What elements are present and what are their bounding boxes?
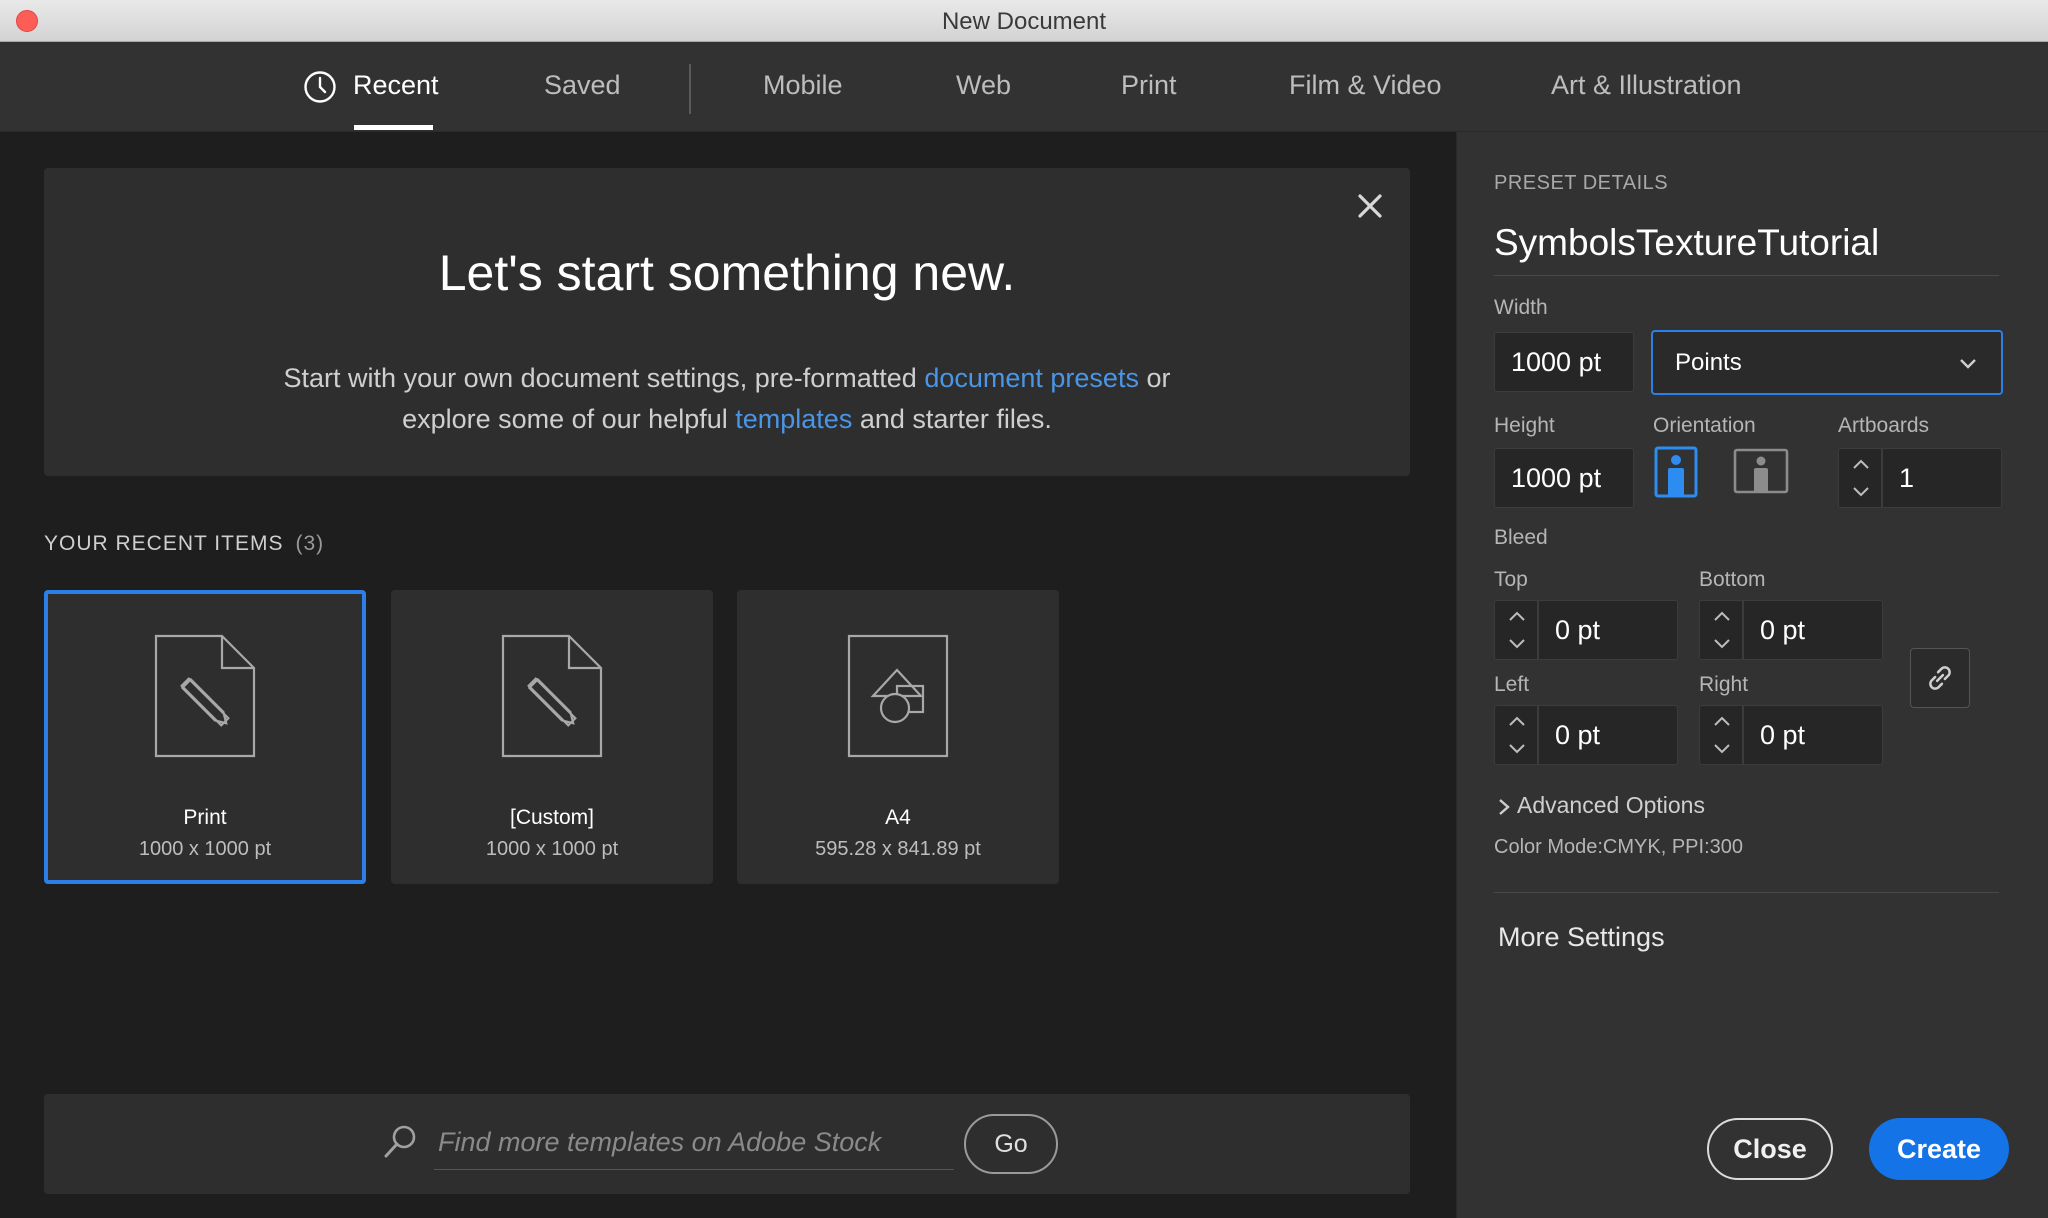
- welcome-text: Start with your own document settings, p…: [44, 358, 1410, 440]
- preset-details-panel: PRESET DETAILS SymbolsTextureTutorial Wi…: [1456, 132, 2048, 1218]
- recent-item-print[interactable]: Print 1000 x 1000 pt: [44, 590, 366, 884]
- welcome-title: Let's start something new.: [438, 245, 1016, 301]
- tab-film-video[interactable]: Film & Video: [1289, 70, 1442, 101]
- recent-items-heading: YOUR RECENT ITEMS (3): [44, 532, 324, 556]
- recent-items-count: (3): [295, 532, 325, 555]
- print-document-icon: [154, 634, 256, 758]
- recent-item-name: A4: [885, 806, 911, 829]
- bleed-right-field[interactable]: 0 pt: [1743, 705, 1883, 765]
- units-value: Points: [1675, 348, 1742, 376]
- window-title: New Document: [941, 8, 1107, 35]
- bleed-top-label: Top: [1494, 568, 1528, 591]
- search-icon: [384, 1125, 416, 1158]
- bleed-bottom-stepper[interactable]: [1699, 600, 1743, 660]
- recent-item-size: 1000 x 1000 pt: [485, 838, 619, 860]
- link-icon: [1929, 666, 1951, 690]
- templates-link[interactable]: templates: [735, 404, 852, 434]
- tab-web[interactable]: Web: [956, 70, 1011, 101]
- advanced-options-label: Advanced Options: [1517, 792, 1705, 818]
- welcome-text-part: or: [1138, 363, 1171, 393]
- recent-item-size: 1000 x 1000 pt: [138, 838, 272, 860]
- welcome-text-part: Start with your own document settings, p…: [283, 363, 925, 393]
- bleed-bottom-label: Bottom: [1699, 568, 1766, 591]
- width-field[interactable]: 1000 pt: [1494, 332, 1634, 392]
- recent-panel: Let's start something new. Start with yo…: [0, 132, 1456, 1218]
- chevron-up-icon: [1853, 459, 1869, 469]
- go-button[interactable]: Go: [964, 1114, 1058, 1174]
- artboards-label: Artboards: [1838, 414, 1930, 437]
- recent-item-a4[interactable]: A4 595.28 x 841.89 pt: [737, 590, 1059, 884]
- bleed-right-stepper[interactable]: [1699, 705, 1743, 765]
- chevron-right-icon: [1499, 799, 1510, 815]
- close-icon[interactable]: [1352, 188, 1388, 224]
- chevron-down-icon: [1714, 744, 1730, 754]
- recent-item-name: [Custom]: [509, 806, 595, 829]
- chevron-down-icon: [1509, 744, 1525, 754]
- bleed-bottom-field[interactable]: 0 pt: [1743, 600, 1883, 660]
- tab-art-illustration[interactable]: Art & Illustration: [1551, 70, 1742, 101]
- shapes-document-icon: [847, 634, 949, 758]
- stock-search-bar: Go: [44, 1094, 1410, 1194]
- artboards-stepper[interactable]: [1838, 448, 1882, 508]
- tab-divider: [689, 64, 691, 114]
- stock-search-input[interactable]: [434, 1116, 954, 1170]
- recent-items-label: YOUR RECENT ITEMS: [44, 532, 284, 555]
- welcome-banner: Let's start something new. Start with yo…: [44, 168, 1410, 476]
- link-bleed-button[interactable]: [1910, 648, 1970, 708]
- preset-name-field[interactable]: SymbolsTextureTutorial: [1494, 222, 1999, 276]
- height-field[interactable]: 1000 pt: [1494, 448, 1634, 508]
- recent-item-size: 595.28 x 841.89 pt: [815, 838, 981, 860]
- width-label: Width: [1494, 296, 1548, 319]
- more-settings-button[interactable]: More Settings: [1498, 922, 1665, 953]
- preset-details-label: PRESET DETAILS: [1494, 172, 1669, 194]
- chevron-up-icon: [1714, 611, 1730, 621]
- create-button[interactable]: Create: [1869, 1118, 2009, 1180]
- bleed-label: Bleed: [1494, 526, 1548, 549]
- bleed-left-field[interactable]: 0 pt: [1538, 705, 1678, 765]
- close-button[interactable]: Close: [1707, 1118, 1833, 1180]
- orientation-label: Orientation: [1653, 414, 1756, 437]
- bleed-top-stepper[interactable]: [1494, 600, 1538, 660]
- tab-print[interactable]: Print: [1121, 70, 1177, 101]
- advanced-options-toggle[interactable]: Advanced Options: [1497, 792, 1705, 819]
- artboards-field[interactable]: 1: [1882, 448, 2002, 508]
- active-tab-indicator: [354, 125, 433, 130]
- bleed-left-label: Left: [1494, 673, 1530, 696]
- tab-recent[interactable]: Recent: [353, 70, 439, 101]
- portrait-orientation-icon[interactable]: [1654, 446, 1698, 498]
- chevron-down-icon: [1853, 487, 1869, 497]
- welcome-text-part: explore some of our helpful: [402, 404, 736, 434]
- chevron-up-icon: [1509, 716, 1525, 726]
- tab-saved[interactable]: Saved: [544, 70, 621, 101]
- height-label: Height: [1494, 414, 1555, 437]
- recent-item-custom[interactable]: [Custom] 1000 x 1000 pt: [391, 590, 713, 884]
- bleed-right-label: Right: [1699, 673, 1749, 696]
- landscape-orientation-icon[interactable]: [1733, 448, 1789, 494]
- units-dropdown[interactable]: Points: [1651, 330, 2003, 395]
- title-bar: New Document: [0, 0, 2048, 42]
- chevron-down-icon: [1509, 639, 1525, 649]
- custom-document-icon: [501, 634, 603, 758]
- bleed-left-stepper[interactable]: [1494, 705, 1538, 765]
- color-mode-summary: Color Mode:CMYK, PPI:300: [1494, 836, 1743, 858]
- tab-mobile[interactable]: Mobile: [763, 70, 843, 101]
- chevron-up-icon: [1714, 716, 1730, 726]
- panel-divider: [1494, 892, 1999, 893]
- recent-item-name: Print: [183, 806, 227, 829]
- chevron-down-icon: [1960, 359, 1976, 369]
- document-presets-link[interactable]: document presets: [924, 363, 1139, 393]
- chevron-up-icon: [1509, 611, 1525, 621]
- welcome-text-part: and starter files.: [852, 404, 1052, 434]
- clock-icon: [304, 71, 336, 103]
- bleed-top-field[interactable]: 0 pt: [1538, 600, 1678, 660]
- chevron-down-icon: [1714, 639, 1730, 649]
